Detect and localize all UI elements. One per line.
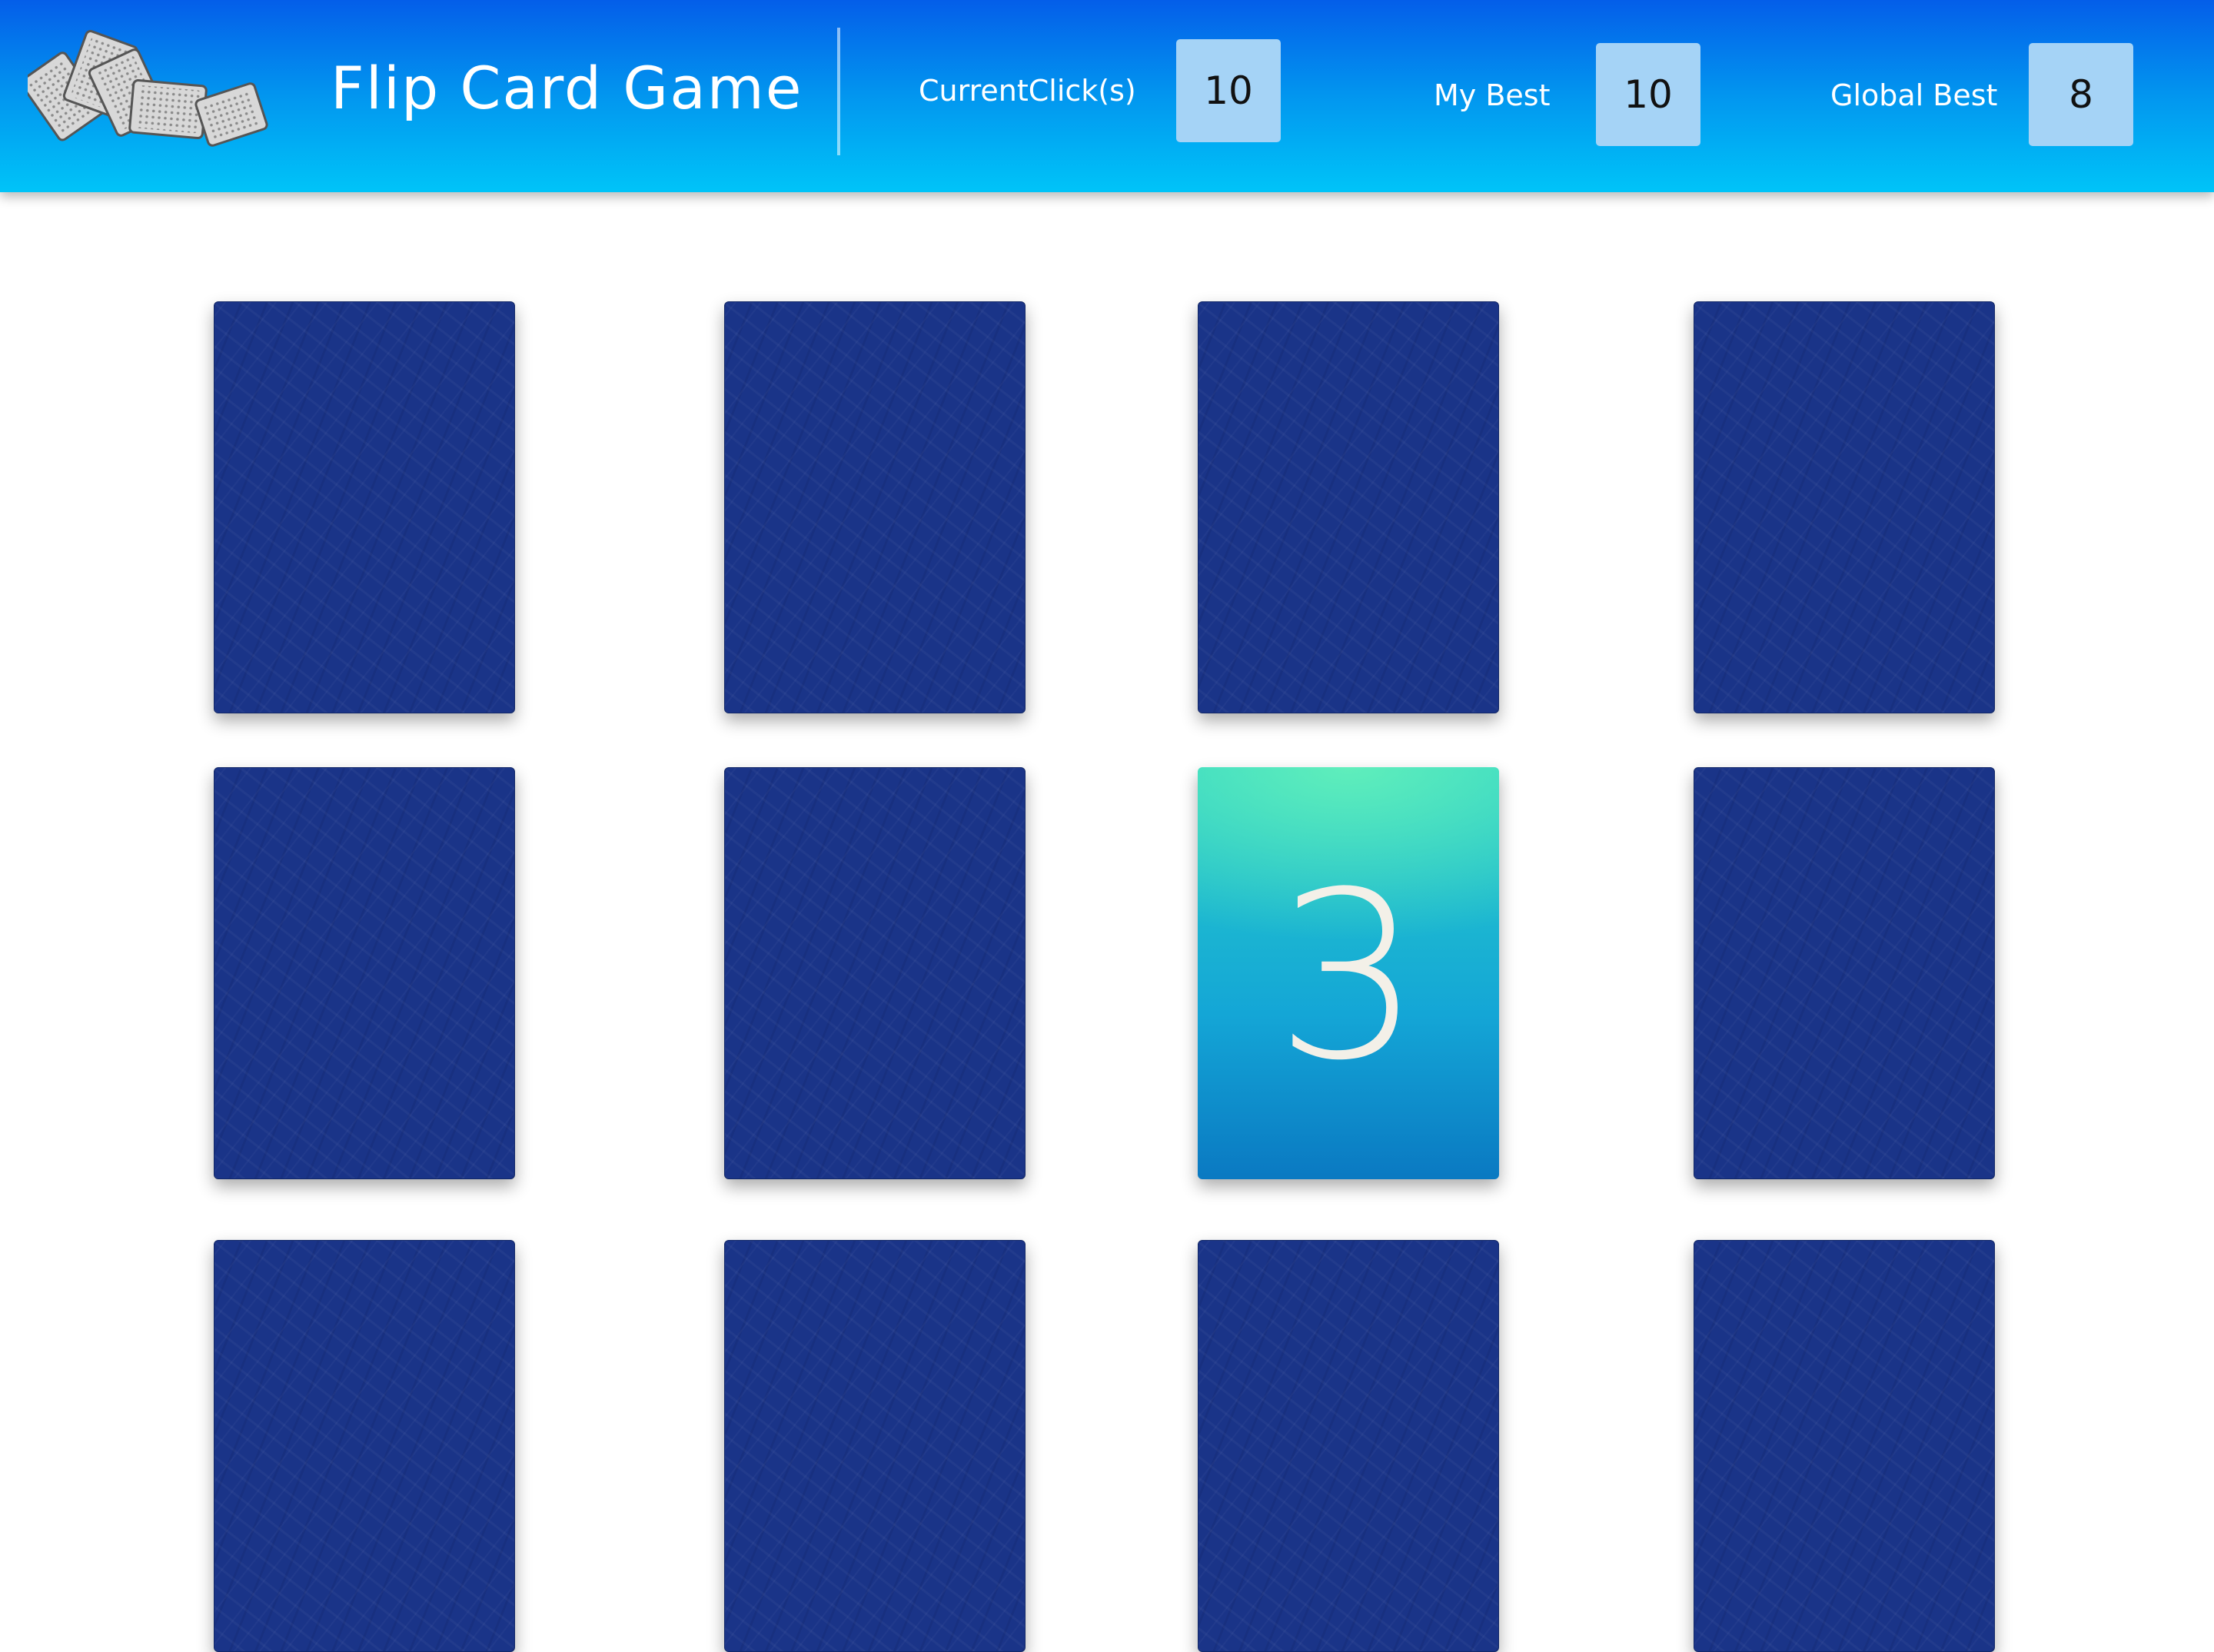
card-back[interactable] [214, 1240, 515, 1652]
card-back[interactable] [1694, 301, 1995, 713]
game-title: Flip Card Game [331, 54, 803, 122]
card-back[interactable] [214, 301, 515, 713]
game-header: Flip Card Game CurrentClick(s) 10 My Bes… [0, 0, 2214, 192]
my-best-label: My Best [1434, 78, 1551, 112]
card-revealed[interactable]: 3 [1198, 767, 1499, 1179]
card-back[interactable] [214, 767, 515, 1179]
card-back[interactable] [724, 767, 1026, 1179]
playing-cards-icon [28, 30, 268, 147]
current-clicks-label: CurrentClick(s) [919, 74, 1136, 108]
my-best-value: 10 [1596, 43, 1700, 146]
card-back[interactable] [1198, 1240, 1499, 1652]
global-best-value: 8 [2029, 43, 2133, 146]
global-best-label: Global Best [1830, 78, 1998, 112]
card-number: 3 [1275, 843, 1422, 1111]
header-divider [837, 28, 840, 155]
card-back[interactable] [1198, 301, 1499, 713]
card-back[interactable] [1694, 767, 1995, 1179]
card-back[interactable] [724, 1240, 1026, 1652]
card-back[interactable] [724, 301, 1026, 713]
current-clicks-value: 10 [1176, 39, 1281, 142]
card-back[interactable] [1694, 1240, 1995, 1652]
